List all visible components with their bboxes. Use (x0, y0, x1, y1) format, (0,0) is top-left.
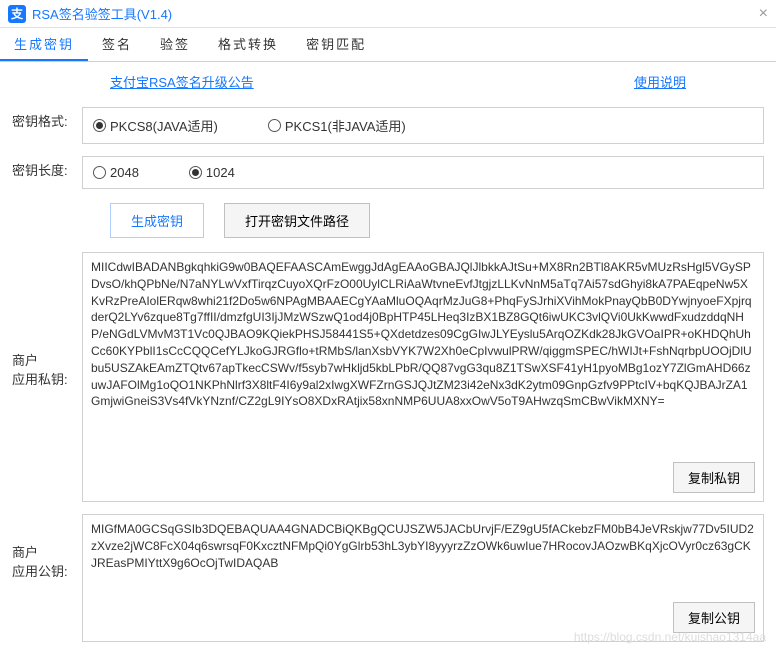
private-key-text[interactable]: MIICdwIBADANBgkqhkiG9w0BAQEFAASCAmEwggJd… (91, 259, 755, 410)
public-key-text[interactable]: MIGfMA0GCSqGSIb3DQEBAQUAA4GNADCBiQKBgQCU… (91, 521, 755, 601)
radio-pkcs8[interactable]: PKCS8(JAVA适用) (93, 116, 218, 135)
key-length-label: 密钥长度: (12, 156, 82, 179)
generate-key-button[interactable]: 生成密钥 (110, 203, 204, 238)
radio-icon (189, 166, 202, 179)
alipay-logo-icon: 支 (8, 5, 26, 23)
radio-icon (268, 119, 281, 132)
public-key-label: 商户 应用公钥: (12, 514, 82, 604)
radio-1024[interactable]: 1024 (189, 165, 235, 180)
close-icon[interactable]: × (759, 5, 768, 23)
tab-sign[interactable]: 签名 (88, 28, 146, 61)
tab-key-match[interactable]: 密钥匹配 (292, 28, 380, 61)
copy-private-key-button[interactable]: 复制私钥 (673, 462, 755, 493)
tab-format-convert[interactable]: 格式转换 (204, 28, 292, 61)
private-key-label: 商户 应用私钥: (12, 252, 82, 482)
upgrade-notice-link[interactable]: 支付宝RSA签名升级公告 (110, 72, 254, 91)
key-format-label: 密钥格式: (12, 107, 82, 130)
tab-verify[interactable]: 验签 (146, 28, 204, 61)
tab-bar: 生成密钥 签名 验签 格式转换 密钥匹配 (0, 28, 776, 62)
window-title: RSA签名验签工具(V1.4) (32, 4, 172, 23)
radio-pkcs1[interactable]: PKCS1(非JAVA适用) (268, 116, 406, 135)
radio-icon (93, 166, 106, 179)
copy-public-key-button[interactable]: 复制公钥 (673, 602, 755, 633)
radio-pkcs1-label: PKCS1(非JAVA适用) (285, 116, 406, 135)
help-link[interactable]: 使用说明 (634, 72, 686, 91)
radio-2048[interactable]: 2048 (93, 165, 139, 180)
open-key-path-button[interactable]: 打开密钥文件路径 (224, 203, 370, 238)
tab-generate-key[interactable]: 生成密钥 (0, 28, 88, 61)
radio-pkcs8-label: PKCS8(JAVA适用) (110, 116, 218, 135)
radio-1024-label: 1024 (206, 165, 235, 180)
radio-2048-label: 2048 (110, 165, 139, 180)
radio-icon (93, 119, 106, 132)
